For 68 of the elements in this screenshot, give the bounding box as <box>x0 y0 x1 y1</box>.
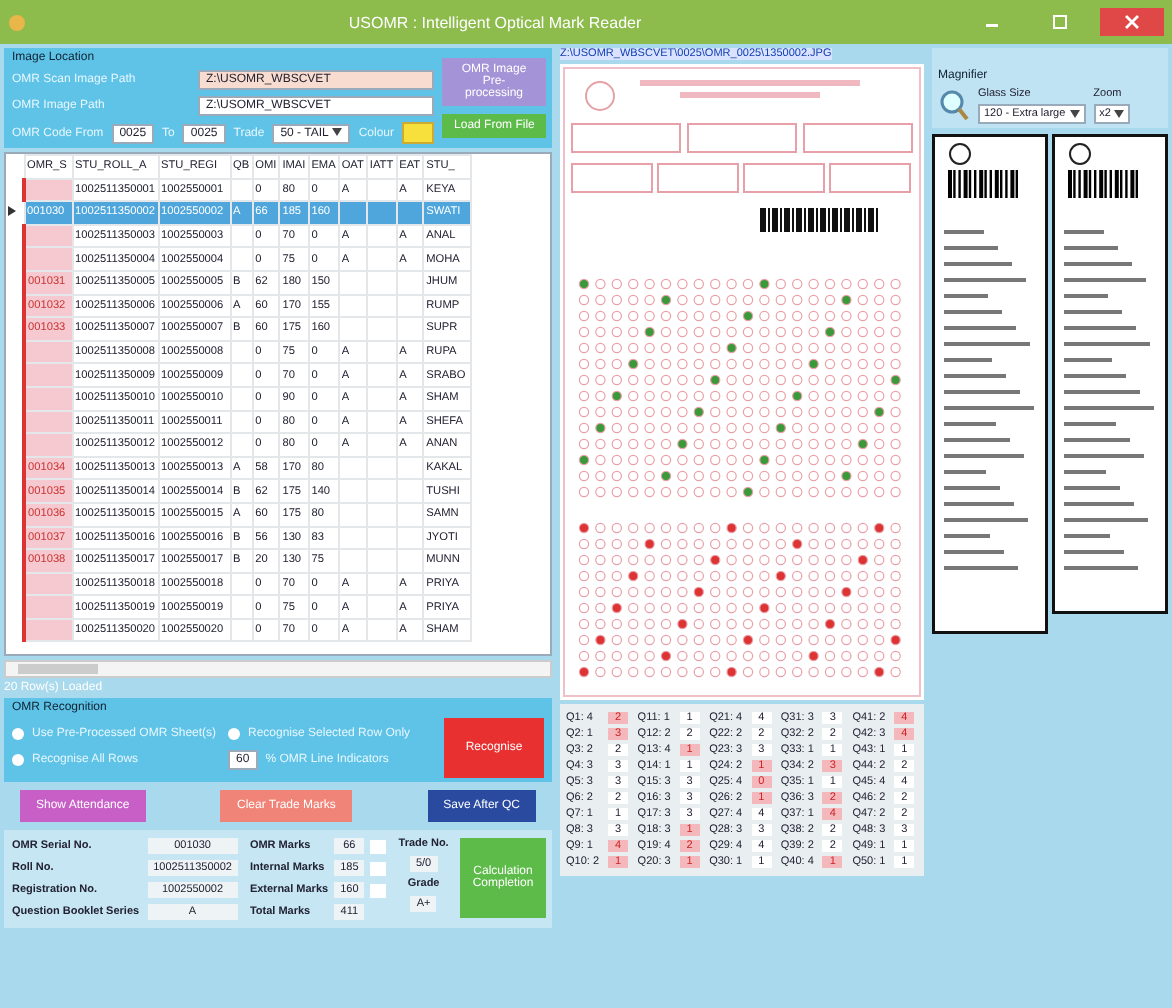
table-cell <box>366 247 397 271</box>
table-cell <box>366 456 397 480</box>
table-cell <box>396 479 424 503</box>
table-cell <box>338 502 367 526</box>
window-title: USOMR : Intelligent Optical Mark Reader <box>346 13 644 31</box>
radio-button[interactable] <box>12 753 24 765</box>
table-cell <box>366 433 397 457</box>
table-cell <box>24 247 72 271</box>
table-cell <box>396 456 424 480</box>
table-cell <box>338 526 367 550</box>
table-cell <box>230 224 253 248</box>
table-cell <box>366 410 397 434</box>
caret-icon <box>1069 109 1080 118</box>
table-cell <box>338 317 367 341</box>
table-cell <box>338 479 367 503</box>
table-cell <box>366 572 397 596</box>
table-cell <box>24 433 72 457</box>
table-cell <box>396 549 424 573</box>
table-cell <box>338 270 367 295</box>
caret-icon <box>332 127 343 136</box>
table-cell <box>338 549 367 573</box>
table-cell <box>230 340 253 364</box>
table-cell <box>24 178 72 202</box>
table-cell <box>24 595 72 619</box>
radio-button[interactable] <box>12 727 24 739</box>
table-cell <box>24 618 72 642</box>
horizontal-scrollbar[interactable] <box>4 660 552 678</box>
table-cell <box>366 340 397 364</box>
table-cell <box>24 224 72 248</box>
table-cell <box>366 595 397 619</box>
table-cell <box>366 363 397 387</box>
table-cell <box>230 386 253 411</box>
table-cell <box>230 572 253 596</box>
table-cell <box>230 410 253 434</box>
close-icon[interactable] <box>1100 8 1164 36</box>
table-cell <box>230 247 253 271</box>
table-cell <box>338 456 367 480</box>
magnifier-icon[interactable] <box>938 88 970 124</box>
table-cell <box>366 270 397 295</box>
table-cell <box>366 502 397 526</box>
table-cell <box>366 479 397 503</box>
table-cell <box>396 526 424 550</box>
table-cell <box>338 294 367 318</box>
table-cell <box>366 386 397 411</box>
table-cell <box>230 433 253 457</box>
table-cell <box>366 618 397 642</box>
caret-icon <box>1114 109 1125 118</box>
table-cell <box>24 572 72 596</box>
table-cell <box>230 595 253 619</box>
current-row-icon <box>8 205 16 216</box>
table-cell <box>396 502 424 526</box>
radio-button[interactable] <box>228 727 240 739</box>
table-cell <box>366 549 397 573</box>
app-icon <box>8 13 26 31</box>
table-cell <box>230 618 253 642</box>
table-cell <box>396 294 424 318</box>
table-cell <box>24 363 72 387</box>
table-cell <box>396 317 424 341</box>
colour-swatch[interactable] <box>402 122 435 144</box>
table-cell <box>396 270 424 295</box>
table-cell <box>24 410 72 434</box>
table-cell <box>24 386 72 411</box>
table-cell <box>366 526 397 550</box>
table-cell <box>230 363 253 387</box>
table-cell <box>366 294 397 318</box>
table-cell <box>366 224 397 248</box>
table-cell <box>24 340 72 364</box>
table-cell <box>366 317 397 341</box>
